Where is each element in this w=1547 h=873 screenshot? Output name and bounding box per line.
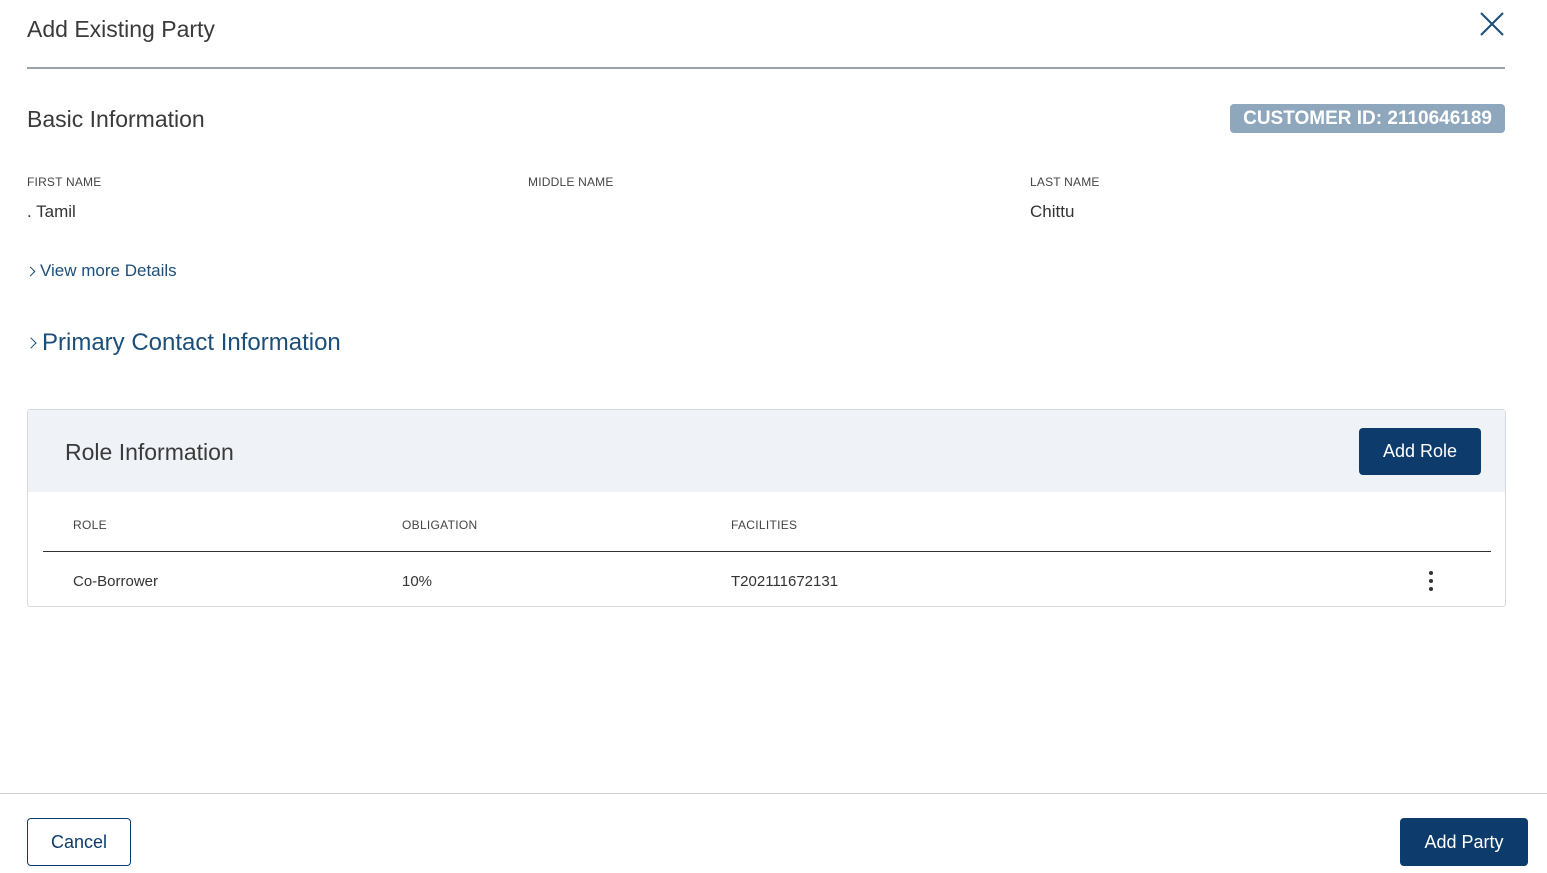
- last-name-label: LAST NAME: [1030, 175, 1100, 189]
- role-panel-header: Role Information Add Role: [28, 410, 1505, 492]
- column-header-obligation: OBLIGATION: [402, 518, 478, 532]
- cancel-button[interactable]: Cancel: [27, 818, 131, 866]
- role-information-title: Role Information: [65, 439, 234, 465]
- basic-information-title: Basic Information: [27, 106, 205, 132]
- table-row: Co-Borrower 10% T202111672131: [43, 553, 1491, 607]
- primary-contact-label: Primary Contact Information: [42, 329, 341, 356]
- column-header-role: ROLE: [73, 518, 107, 532]
- close-icon[interactable]: [1479, 11, 1505, 37]
- add-role-button[interactable]: Add Role: [1359, 428, 1481, 475]
- modal-title: Add Existing Party: [27, 16, 215, 42]
- view-more-details-link[interactable]: View more Details: [25, 261, 177, 281]
- column-header-facilities: FACILITIES: [731, 518, 798, 532]
- middle-name-field: MIDDLE NAME: [528, 175, 614, 202]
- footer-divider: [0, 793, 1547, 794]
- facilities-cell: T202111672131: [731, 573, 839, 590]
- role-cell: Co-Borrower: [73, 573, 159, 590]
- role-table-header: ROLE OBLIGATION FACILITIES: [43, 492, 1491, 552]
- customer-id-badge: CUSTOMER ID: 2110646189: [1230, 104, 1505, 133]
- first-name-field: FIRST NAME . Tamil: [27, 175, 101, 222]
- obligation-cell: 10%: [402, 573, 433, 590]
- add-party-button[interactable]: Add Party: [1400, 818, 1528, 866]
- view-more-details-label: View more Details: [40, 261, 177, 280]
- last-name-field: LAST NAME Chittu: [1030, 175, 1100, 222]
- first-name-label: FIRST NAME: [27, 175, 102, 189]
- last-name-value: Chittu: [1030, 202, 1075, 221]
- primary-contact-toggle[interactable]: Primary Contact Information: [25, 329, 341, 357]
- role-information-panel: Role Information Add Role ROLE OBLIGATIO…: [27, 409, 1506, 607]
- chevron-right-icon: [25, 266, 36, 276]
- middle-name-label: MIDDLE NAME: [528, 175, 614, 189]
- modal-header: Add Existing Party: [27, 0, 1505, 69]
- more-options-icon[interactable]: [1427, 571, 1435, 591]
- chevron-right-icon: [25, 337, 37, 349]
- first-name-value: . Tamil: [27, 202, 76, 221]
